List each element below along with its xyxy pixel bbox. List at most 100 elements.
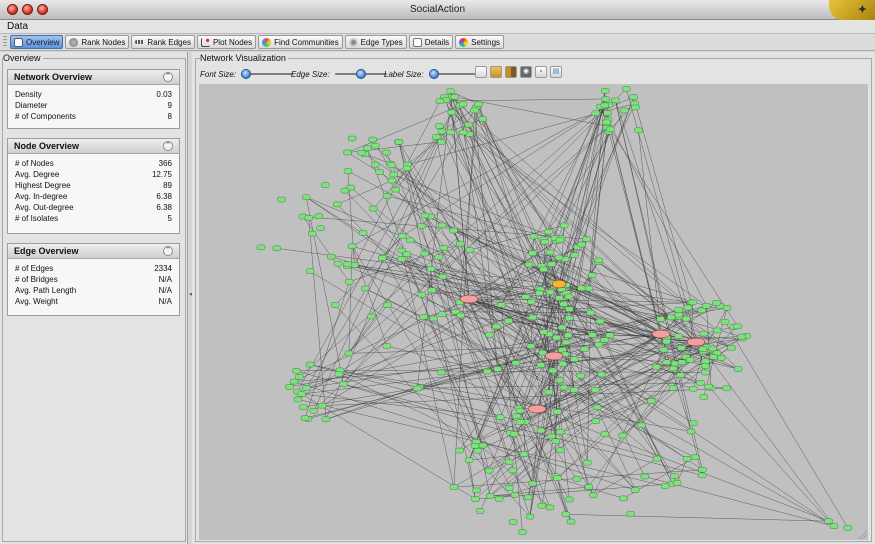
- tab-plot-nodes[interactable]: Plot Nodes: [196, 35, 257, 49]
- network-node[interactable]: [552, 334, 561, 341]
- network-node[interactable]: [497, 302, 506, 308]
- network-node[interactable]: [511, 360, 521, 366]
- network-node[interactable]: [526, 343, 536, 349]
- network-node[interactable]: [686, 428, 696, 435]
- network-node[interactable]: [512, 413, 521, 419]
- tab-rank-nodes[interactable]: Rank Nodes: [65, 35, 130, 49]
- network-node[interactable]: [712, 300, 721, 306]
- network-node[interactable]: [344, 350, 354, 357]
- fit-view-icon[interactable]: ▫: [535, 66, 547, 78]
- network-node[interactable]: [547, 261, 556, 267]
- network-node[interactable]: [367, 313, 376, 320]
- network-node[interactable]: [733, 323, 742, 330]
- network-node[interactable]: [523, 494, 533, 501]
- network-node[interactable]: [473, 447, 482, 454]
- network-node[interactable]: [594, 257, 603, 264]
- network-node[interactable]: [637, 422, 646, 428]
- network-node[interactable]: [305, 361, 315, 368]
- network-node[interactable]: [307, 230, 317, 237]
- network-node[interactable]: [618, 432, 627, 439]
- network-node[interactable]: [570, 356, 579, 362]
- network-node[interactable]: [402, 165, 412, 172]
- network-node[interactable]: [699, 330, 709, 337]
- network-node[interactable]: [545, 289, 555, 295]
- network-node[interactable]: [737, 333, 746, 340]
- resize-grip-icon[interactable]: [858, 530, 867, 539]
- network-node[interactable]: [277, 196, 286, 203]
- network-node[interactable]: [334, 371, 344, 377]
- blank-view-button[interactable]: [475, 66, 487, 78]
- tab-rank-edges[interactable]: Rank Edges: [131, 35, 195, 49]
- network-node[interactable]: [660, 483, 670, 489]
- network-node[interactable]: [459, 129, 468, 136]
- network-node[interactable]: [662, 338, 671, 345]
- network-node[interactable]: [564, 293, 574, 300]
- network-node[interactable]: [702, 303, 711, 309]
- network-node[interactable]: [652, 364, 661, 370]
- network-node[interactable]: [536, 427, 546, 434]
- network-node[interactable]: [559, 301, 569, 307]
- network-node[interactable]: [405, 237, 415, 243]
- network-node[interactable]: [561, 511, 570, 517]
- network-node[interactable]: [682, 456, 692, 462]
- network-node[interactable]: [601, 88, 610, 94]
- network-node[interactable]: [698, 467, 707, 473]
- network-node[interactable]: [558, 361, 568, 367]
- network-canvas[interactable]: [199, 84, 868, 540]
- network-node[interactable]: [292, 368, 301, 374]
- network-node[interactable]: [588, 272, 597, 279]
- network-node[interactable]: [829, 523, 839, 529]
- network-node[interactable]: [727, 345, 736, 351]
- network-node[interactable]: [594, 341, 603, 348]
- network-node[interactable]: [339, 381, 348, 387]
- network-node[interactable]: [537, 503, 546, 509]
- network-node[interactable]: [455, 447, 464, 454]
- network-node[interactable]: [554, 254, 564, 261]
- collapse-icon[interactable]: ⌃: [163, 141, 173, 151]
- network-node[interactable]: [553, 408, 562, 415]
- network-node[interactable]: [553, 475, 562, 481]
- network-node[interactable]: [701, 369, 710, 376]
- network-node[interactable]: [493, 366, 502, 372]
- edge-size-slider[interactable]: [334, 69, 387, 79]
- network-node[interactable]: [510, 492, 520, 498]
- network-node[interactable]: [417, 223, 426, 229]
- network-node[interactable]: [464, 457, 474, 463]
- network-node[interactable]: [437, 311, 447, 317]
- collapse-icon[interactable]: ⌃: [163, 246, 173, 256]
- network-node[interactable]: [345, 279, 354, 285]
- network-node[interactable]: [689, 420, 698, 426]
- slider-knob[interactable]: [428, 69, 439, 79]
- network-node[interactable]: [698, 346, 708, 352]
- network-node[interactable]: [704, 383, 713, 390]
- network-node[interactable]: [302, 385, 311, 391]
- network-node[interactable]: [438, 222, 447, 229]
- network-node[interactable]: [394, 139, 404, 145]
- network-node[interactable]: [591, 110, 600, 116]
- network-node[interactable]: [672, 480, 682, 486]
- network-node[interactable]: [413, 385, 422, 392]
- network-node[interactable]: [420, 250, 429, 257]
- network-node[interactable]: [611, 97, 620, 104]
- menu-data[interactable]: Data: [7, 21, 28, 32]
- network-node[interactable]: [427, 287, 437, 293]
- network-node[interactable]: [478, 442, 488, 449]
- network-node[interactable]: [363, 145, 372, 151]
- network-node[interactable]: [539, 329, 548, 335]
- network-node[interactable]: [556, 447, 565, 453]
- network-node[interactable]: [677, 359, 687, 365]
- network-node[interactable]: [402, 251, 412, 257]
- network-node[interactable]: [527, 298, 536, 305]
- network-node[interactable]: [540, 239, 550, 245]
- network-node[interactable]: [670, 473, 679, 479]
- network-node[interactable]: [368, 136, 377, 143]
- print-icon[interactable]: ▤: [550, 66, 562, 78]
- network-node[interactable]: [683, 304, 693, 311]
- network-node[interactable]: [685, 357, 695, 363]
- network-node[interactable]: [429, 315, 438, 322]
- network-node[interactable]: [382, 193, 392, 199]
- network-node[interactable]: [529, 233, 539, 240]
- network-node[interactable]: [321, 416, 331, 423]
- network-node[interactable]: [647, 398, 656, 404]
- network-node[interactable]: [521, 294, 530, 300]
